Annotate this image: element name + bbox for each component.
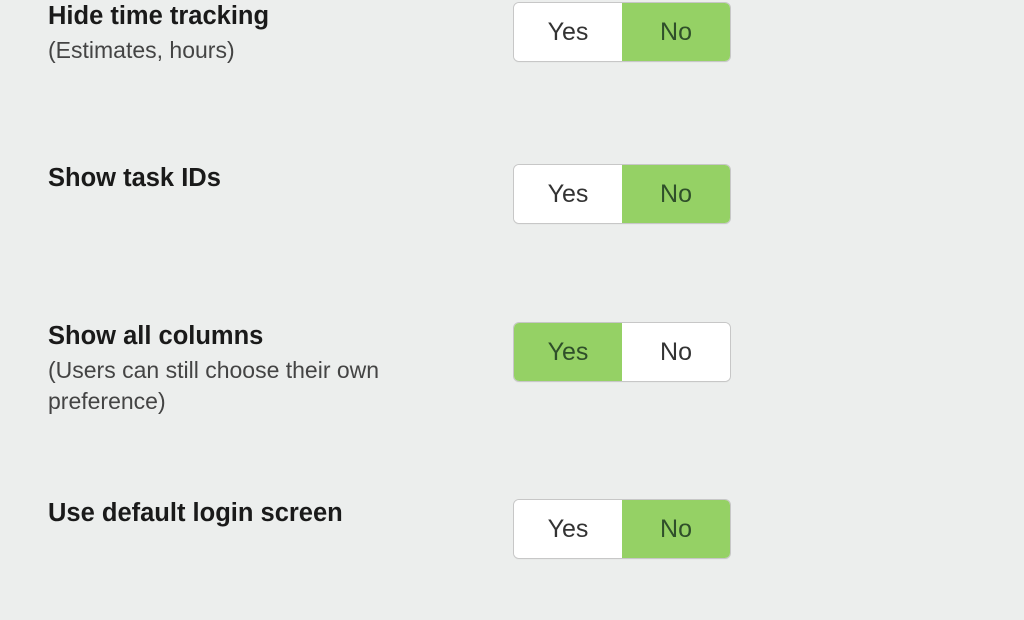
toggle-no-show-task-ids[interactable]: No [622,165,730,223]
setting-label-col: Hide time tracking (Estimates, hours) [48,0,513,66]
toggle-col: Yes No [513,497,731,559]
setting-title: Use default login screen [48,497,513,530]
toggle-show-all-columns: Yes No [513,322,731,382]
toggle-use-default-login-screen: Yes No [513,499,731,559]
toggle-col: Yes No [513,320,731,382]
setting-row-show-all-columns: Show all columns (Users can still choose… [48,312,976,417]
setting-subtitle: (Estimates, hours) [48,35,448,66]
setting-row-use-default-login-screen: Use default login screen Yes No [48,489,976,559]
setting-label-col: Use default login screen [48,497,513,530]
toggle-no-use-default-login-screen[interactable]: No [622,500,730,558]
setting-title: Hide time tracking [48,0,513,33]
setting-title: Show all columns [48,320,513,353]
toggle-yes-use-default-login-screen[interactable]: Yes [514,500,622,558]
setting-subtitle: (Users can still choose their own prefer… [48,355,448,417]
toggle-yes-show-task-ids[interactable]: Yes [514,165,622,223]
setting-label-col: Show all columns (Users can still choose… [48,320,513,417]
toggle-no-hide-time-tracking[interactable]: No [622,3,730,61]
toggle-show-task-ids: Yes No [513,164,731,224]
setting-row-hide-time-tracking: Hide time tracking (Estimates, hours) Ye… [48,0,976,66]
setting-title: Show task IDs [48,162,513,195]
setting-label-col: Show task IDs [48,162,513,195]
setting-row-show-task-ids: Show task IDs Yes No [48,154,976,224]
toggle-hide-time-tracking: Yes No [513,2,731,62]
toggle-col: Yes No [513,162,731,224]
toggle-no-show-all-columns[interactable]: No [622,323,730,381]
toggle-yes-hide-time-tracking[interactable]: Yes [514,3,622,61]
toggle-yes-show-all-columns[interactable]: Yes [514,323,622,381]
toggle-col: Yes No [513,0,731,62]
